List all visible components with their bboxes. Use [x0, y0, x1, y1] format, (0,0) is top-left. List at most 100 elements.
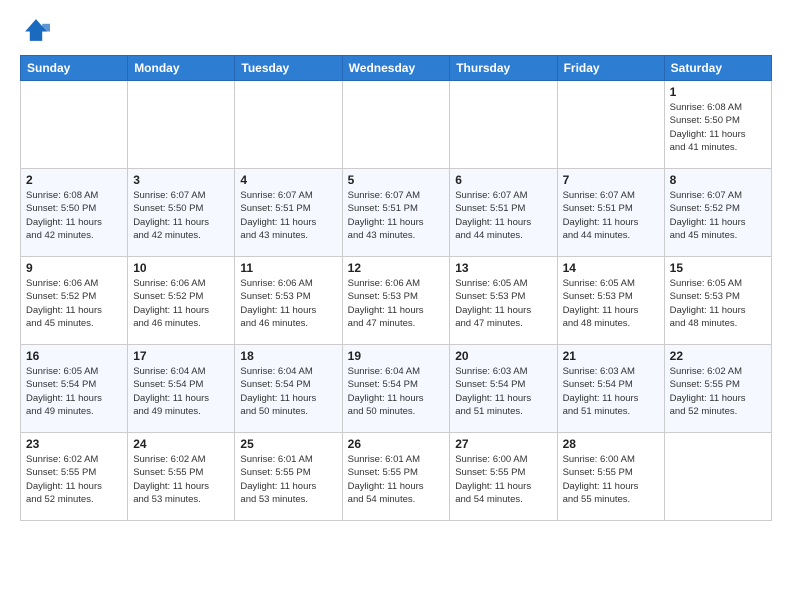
day-number: 5 [348, 173, 445, 187]
calendar-cell: 6 Sunrise: 6:07 AM Sunset: 5:51 PM Daylig… [450, 169, 557, 257]
day-number: 10 [133, 261, 229, 275]
calendar-cell [450, 81, 557, 169]
day-info: Sunrise: 6:05 AM Sunset: 5:53 PM Dayligh… [455, 277, 551, 330]
calendar-week-row: 9 Sunrise: 6:06 AM Sunset: 5:52 PM Daylig… [21, 257, 772, 345]
page: SundayMondayTuesdayWednesdayThursdayFrid… [0, 0, 792, 531]
calendar-cell: 13 Sunrise: 6:05 AM Sunset: 5:53 PM Dayli… [450, 257, 557, 345]
day-number: 15 [670, 261, 766, 275]
day-info: Sunrise: 6:03 AM Sunset: 5:54 PM Dayligh… [455, 365, 551, 418]
day-number: 9 [26, 261, 122, 275]
day-info: Sunrise: 6:06 AM Sunset: 5:53 PM Dayligh… [348, 277, 445, 330]
col-header-wednesday: Wednesday [342, 56, 450, 81]
calendar-cell: 14 Sunrise: 6:05 AM Sunset: 5:53 PM Dayli… [557, 257, 664, 345]
calendar-cell: 23 Sunrise: 6:02 AM Sunset: 5:55 PM Dayli… [21, 433, 128, 521]
day-info: Sunrise: 6:06 AM Sunset: 5:52 PM Dayligh… [133, 277, 229, 330]
calendar-cell: 24 Sunrise: 6:02 AM Sunset: 5:55 PM Dayli… [128, 433, 235, 521]
day-number: 28 [563, 437, 659, 451]
calendar-cell: 17 Sunrise: 6:04 AM Sunset: 5:54 PM Dayli… [128, 345, 235, 433]
calendar-cell: 25 Sunrise: 6:01 AM Sunset: 5:55 PM Dayli… [235, 433, 342, 521]
day-number: 11 [240, 261, 336, 275]
col-header-thursday: Thursday [450, 56, 557, 81]
day-info: Sunrise: 6:07 AM Sunset: 5:51 PM Dayligh… [563, 189, 659, 242]
col-header-sunday: Sunday [21, 56, 128, 81]
calendar-cell: 3 Sunrise: 6:07 AM Sunset: 5:50 PM Daylig… [128, 169, 235, 257]
day-info: Sunrise: 6:08 AM Sunset: 5:50 PM Dayligh… [670, 101, 766, 154]
calendar-cell: 20 Sunrise: 6:03 AM Sunset: 5:54 PM Dayli… [450, 345, 557, 433]
day-info: Sunrise: 6:07 AM Sunset: 5:51 PM Dayligh… [348, 189, 445, 242]
day-info: Sunrise: 6:07 AM Sunset: 5:50 PM Dayligh… [133, 189, 229, 242]
day-info: Sunrise: 6:00 AM Sunset: 5:55 PM Dayligh… [563, 453, 659, 506]
calendar-week-row: 23 Sunrise: 6:02 AM Sunset: 5:55 PM Dayli… [21, 433, 772, 521]
day-number: 16 [26, 349, 122, 363]
calendar-cell: 26 Sunrise: 6:01 AM Sunset: 5:55 PM Dayli… [342, 433, 450, 521]
day-info: Sunrise: 6:06 AM Sunset: 5:53 PM Dayligh… [240, 277, 336, 330]
day-info: Sunrise: 6:04 AM Sunset: 5:54 PM Dayligh… [240, 365, 336, 418]
calendar-cell: 1 Sunrise: 6:08 AM Sunset: 5:50 PM Daylig… [664, 81, 771, 169]
col-header-friday: Friday [557, 56, 664, 81]
day-info: Sunrise: 6:04 AM Sunset: 5:54 PM Dayligh… [133, 365, 229, 418]
day-info: Sunrise: 6:05 AM Sunset: 5:53 PM Dayligh… [563, 277, 659, 330]
calendar-cell: 11 Sunrise: 6:06 AM Sunset: 5:53 PM Dayli… [235, 257, 342, 345]
calendar-cell: 15 Sunrise: 6:05 AM Sunset: 5:53 PM Dayli… [664, 257, 771, 345]
day-number: 27 [455, 437, 551, 451]
calendar-cell: 5 Sunrise: 6:07 AM Sunset: 5:51 PM Daylig… [342, 169, 450, 257]
calendar-cell [21, 81, 128, 169]
day-info: Sunrise: 6:08 AM Sunset: 5:50 PM Dayligh… [26, 189, 122, 242]
day-number: 6 [455, 173, 551, 187]
day-number: 3 [133, 173, 229, 187]
calendar-cell [342, 81, 450, 169]
day-info: Sunrise: 6:05 AM Sunset: 5:53 PM Dayligh… [670, 277, 766, 330]
day-info: Sunrise: 6:01 AM Sunset: 5:55 PM Dayligh… [348, 453, 445, 506]
calendar-cell: 28 Sunrise: 6:00 AM Sunset: 5:55 PM Dayli… [557, 433, 664, 521]
day-number: 22 [670, 349, 766, 363]
day-number: 24 [133, 437, 229, 451]
day-number: 8 [670, 173, 766, 187]
col-header-monday: Monday [128, 56, 235, 81]
calendar-cell [235, 81, 342, 169]
calendar-cell: 7 Sunrise: 6:07 AM Sunset: 5:51 PM Daylig… [557, 169, 664, 257]
day-info: Sunrise: 6:07 AM Sunset: 5:52 PM Dayligh… [670, 189, 766, 242]
day-info: Sunrise: 6:05 AM Sunset: 5:54 PM Dayligh… [26, 365, 122, 418]
day-info: Sunrise: 6:04 AM Sunset: 5:54 PM Dayligh… [348, 365, 445, 418]
calendar-cell: 21Sunrise: 6:03 AM Sunset: 5:54 PM Dayli… [557, 345, 664, 433]
day-info: Sunrise: 6:02 AM Sunset: 5:55 PM Dayligh… [133, 453, 229, 506]
calendar-table: SundayMondayTuesdayWednesdayThursdayFrid… [20, 55, 772, 521]
day-number: 19 [348, 349, 445, 363]
logo [20, 16, 52, 49]
calendar-cell: 4Sunrise: 6:07 AM Sunset: 5:51 PM Daylig… [235, 169, 342, 257]
day-number: 26 [348, 437, 445, 451]
calendar-cell: 22Sunrise: 6:02 AM Sunset: 5:55 PM Dayli… [664, 345, 771, 433]
day-number: 18 [240, 349, 336, 363]
header [20, 16, 772, 49]
calendar-week-row: 2Sunrise: 6:08 AM Sunset: 5:50 PM Daylig… [21, 169, 772, 257]
calendar-cell: 10 Sunrise: 6:06 AM Sunset: 5:52 PM Dayli… [128, 257, 235, 345]
day-number: 17 [133, 349, 229, 363]
day-number: 25 [240, 437, 336, 451]
calendar-cell [557, 81, 664, 169]
day-info: Sunrise: 6:06 AM Sunset: 5:52 PM Dayligh… [26, 277, 122, 330]
calendar-cell: 12 Sunrise: 6:06 AM Sunset: 5:53 PM Dayli… [342, 257, 450, 345]
day-info: Sunrise: 6:01 AM Sunset: 5:55 PM Dayligh… [240, 453, 336, 506]
day-info: Sunrise: 6:07 AM Sunset: 5:51 PM Dayligh… [455, 189, 551, 242]
calendar-week-row: 1 Sunrise: 6:08 AM Sunset: 5:50 PM Daylig… [21, 81, 772, 169]
logo-icon [22, 16, 50, 44]
col-header-tuesday: Tuesday [235, 56, 342, 81]
calendar-cell: 18 Sunrise: 6:04 AM Sunset: 5:54 PM Dayli… [235, 345, 342, 433]
day-number: 7 [563, 173, 659, 187]
day-info: Sunrise: 6:03 AM Sunset: 5:54 PM Dayligh… [563, 365, 659, 418]
calendar-cell: 16 Sunrise: 6:05 AM Sunset: 5:54 PM Dayli… [21, 345, 128, 433]
day-number: 1 [670, 85, 766, 99]
day-info: Sunrise: 6:00 AM Sunset: 5:55 PM Dayligh… [455, 453, 551, 506]
calendar-week-row: 16 Sunrise: 6:05 AM Sunset: 5:54 PM Dayli… [21, 345, 772, 433]
day-info: Sunrise: 6:02 AM Sunset: 5:55 PM Dayligh… [26, 453, 122, 506]
calendar-cell: 8 Sunrise: 6:07 AM Sunset: 5:52 PM Daylig… [664, 169, 771, 257]
calendar-cell: 19 Sunrise: 6:04 AM Sunset: 5:54 PM Dayli… [342, 345, 450, 433]
day-number: 12 [348, 261, 445, 275]
day-number: 20 [455, 349, 551, 363]
day-number: 14 [563, 261, 659, 275]
calendar-cell [664, 433, 771, 521]
day-number: 13 [455, 261, 551, 275]
day-number: 23 [26, 437, 122, 451]
calendar-cell: 2Sunrise: 6:08 AM Sunset: 5:50 PM Daylig… [21, 169, 128, 257]
calendar-cell: 9 Sunrise: 6:06 AM Sunset: 5:52 PM Daylig… [21, 257, 128, 345]
